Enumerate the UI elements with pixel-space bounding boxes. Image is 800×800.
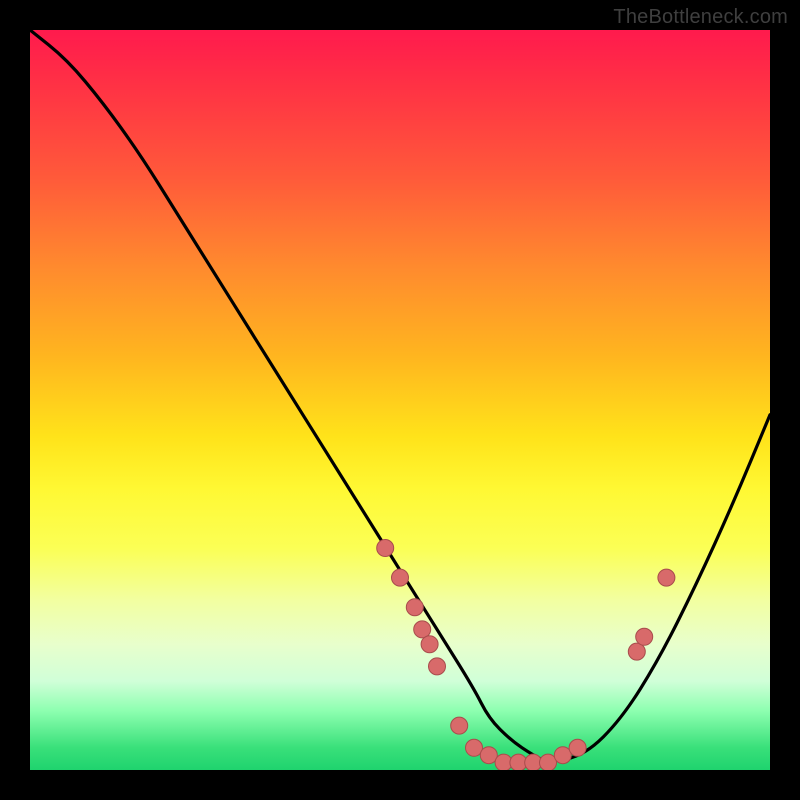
chart-svg	[30, 30, 770, 770]
data-point	[429, 658, 446, 675]
data-point	[377, 540, 394, 557]
chart-frame: TheBottleneck.com	[0, 0, 800, 800]
data-point	[636, 628, 653, 645]
data-point	[406, 599, 423, 616]
attribution-text: TheBottleneck.com	[613, 6, 788, 29]
data-point	[658, 569, 675, 586]
plot-area	[30, 30, 770, 770]
data-point	[392, 569, 409, 586]
data-points-group	[377, 540, 675, 771]
data-point	[421, 636, 438, 653]
bottleneck-curve	[30, 30, 770, 761]
data-point	[451, 717, 468, 734]
data-point	[569, 739, 586, 756]
